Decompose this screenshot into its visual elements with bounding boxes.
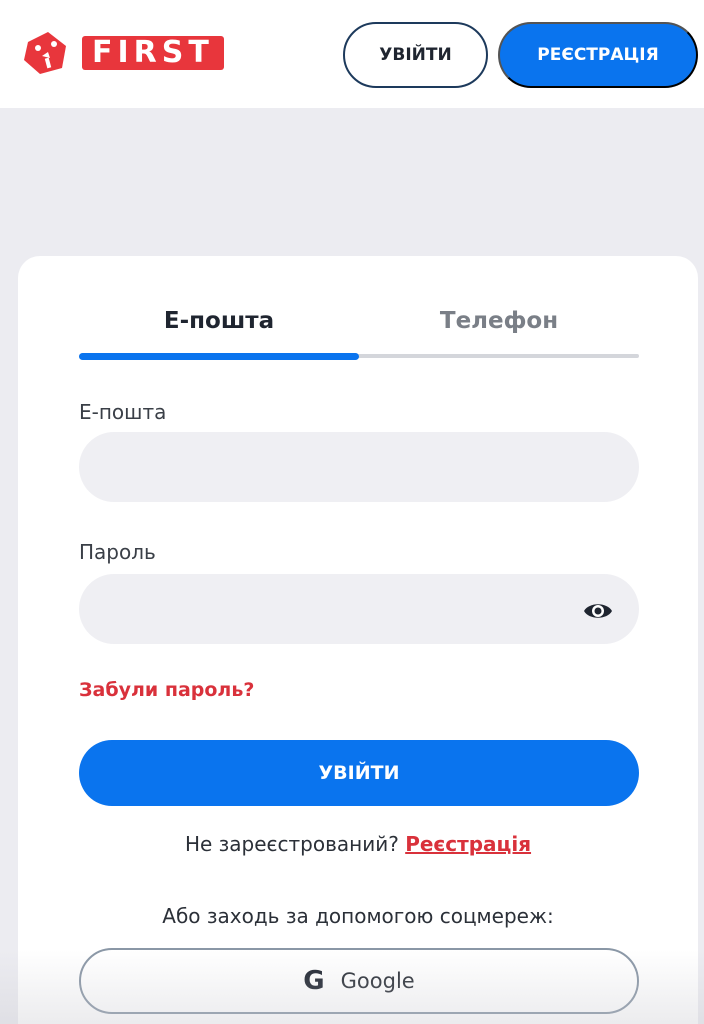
google-icon: G bbox=[303, 966, 325, 996]
google-login-button[interactable]: G Google bbox=[79, 948, 639, 1014]
header-login-button[interactable]: УВІЙТИ bbox=[343, 22, 488, 88]
register-prompt-text: Не зареєстрований? bbox=[184, 832, 406, 856]
top-header: FIRST УВІЙТИ РЕЄСТРАЦІЯ bbox=[0, 0, 704, 108]
tab-phone[interactable]: Телефон bbox=[359, 308, 639, 342]
password-field[interactable] bbox=[79, 574, 639, 644]
logo-text: FIRST bbox=[82, 36, 224, 70]
register-prompt: Не зареєстрований? Реєстрація bbox=[18, 832, 698, 856]
header-register-button[interactable]: РЕЄСТРАЦІЯ bbox=[498, 22, 698, 88]
google-label: Google bbox=[340, 969, 415, 993]
dice-icon bbox=[24, 32, 66, 74]
eye-icon[interactable] bbox=[580, 593, 616, 629]
register-link[interactable]: Реєстрація bbox=[405, 832, 531, 856]
social-caption: Або заходь за допомогою соцмереж: bbox=[162, 904, 554, 928]
email-field[interactable] bbox=[79, 432, 639, 502]
login-card: Е-пошта Телефон Е-пошта Пароль Забули па… bbox=[18, 256, 698, 1024]
password-label: Пароль bbox=[79, 540, 156, 564]
email-label: Е-пошта bbox=[79, 400, 167, 424]
tab-email[interactable]: Е-пошта bbox=[79, 308, 359, 342]
brand-logo[interactable]: FIRST bbox=[18, 28, 224, 78]
login-submit-button[interactable]: УВІЙТИ bbox=[79, 740, 639, 806]
forgot-password-link[interactable]: Забули пароль? bbox=[79, 679, 254, 701]
active-tab-indicator bbox=[79, 353, 359, 360]
